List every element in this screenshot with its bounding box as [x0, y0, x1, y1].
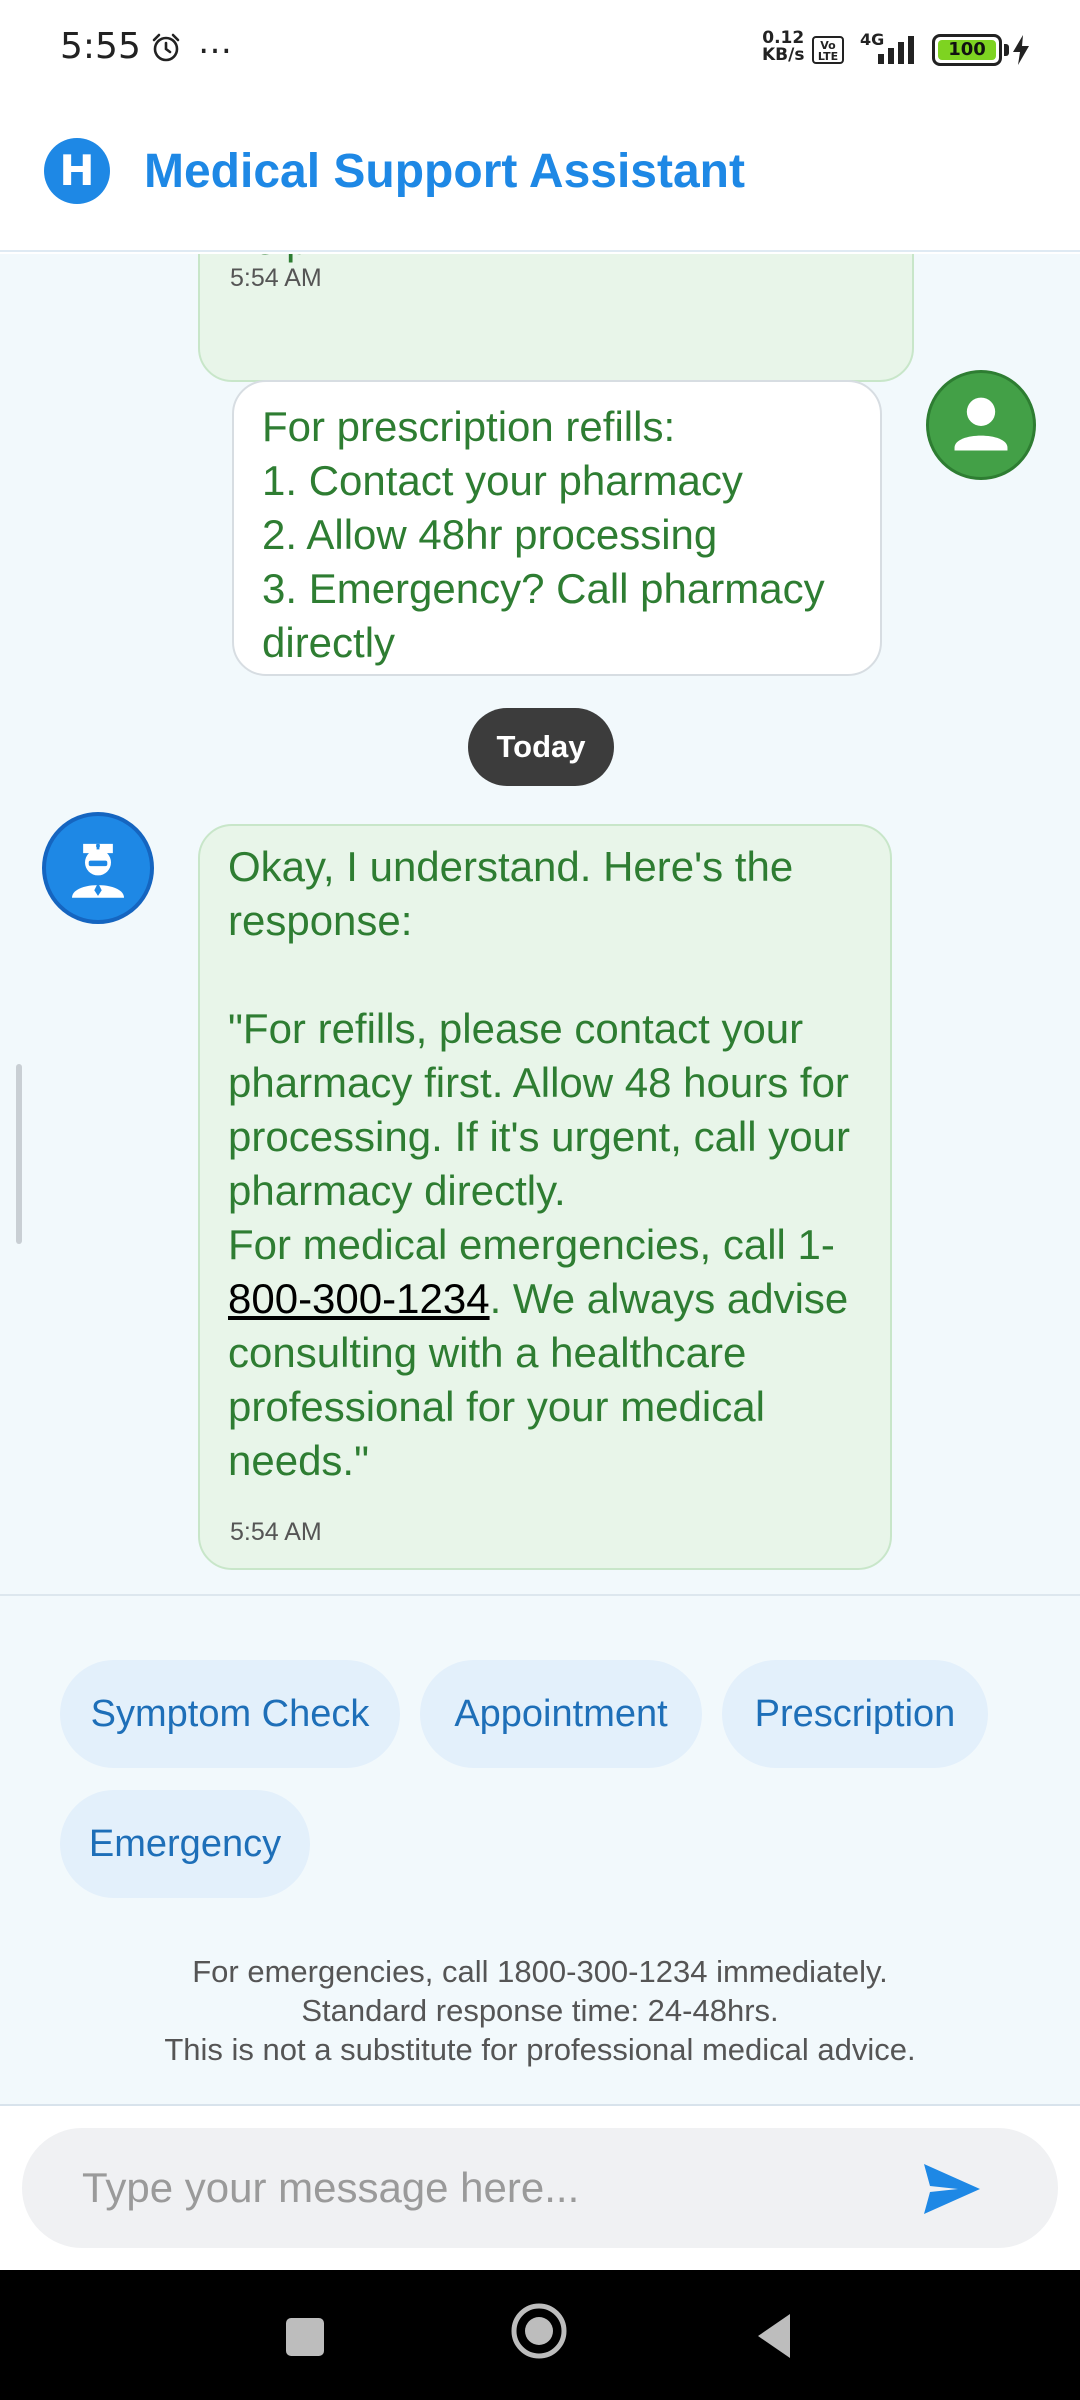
- disclaimer-line: For emergencies, call 1800-300-1234 imme…: [192, 1954, 888, 1989]
- bot-message: Okay, I understand. Here's the response:…: [198, 824, 892, 1570]
- volte-badge: Vo LTE: [812, 36, 844, 64]
- quick-reply-symptom-check[interactable]: Symptom Check: [60, 1660, 400, 1768]
- message-text: Okay, I understand. Here's the response:…: [228, 840, 862, 1488]
- phone-link[interactable]: 800-300-1234: [228, 1275, 490, 1322]
- system-nav-bar: [0, 2270, 1080, 2400]
- status-bar: 5:55 … 0.12 KB/s Vo LTE 4G 100: [0, 0, 1080, 100]
- disclaimer-line: Standard response time: 24-48hrs.: [301, 1993, 779, 2028]
- app-header: H Medical Support Assistant: [0, 100, 1080, 252]
- network-speed: 0.12 KB/s: [762, 30, 804, 64]
- battery-icon: 100: [932, 34, 1002, 66]
- network-speed-unit: KB/s: [762, 45, 805, 65]
- chat-messages[interactable]: help? 5:54 AM For prescription refills: …: [0, 254, 1080, 1594]
- send-arrow-icon[interactable]: [910, 2154, 990, 2224]
- quick-reply-prescription[interactable]: Prescription: [722, 1660, 988, 1768]
- previous-bot-message: help? 5:54 AM: [198, 254, 914, 382]
- message-time: 5:54 AM: [230, 264, 322, 292]
- user-message: For prescription refills: 1. Contact you…: [232, 380, 882, 676]
- signal-bars-icon: [878, 36, 914, 64]
- battery-level: 100: [938, 40, 996, 60]
- alarm-clock-icon: [152, 33, 180, 62]
- message-time: 5:54 AM: [230, 1518, 322, 1546]
- status-time: 5:55: [60, 26, 141, 67]
- page-title: Medical Support Assistant: [144, 145, 745, 198]
- message-text: help?: [230, 254, 333, 264]
- disclaimer-line: This is not a substitute for professiona…: [164, 2032, 916, 2067]
- battery-tip: [1004, 44, 1009, 56]
- message-input[interactable]: [82, 2158, 902, 2218]
- circle-home-icon[interactable]: [510, 2302, 568, 2360]
- doctor-icon: [42, 812, 154, 924]
- quick-reply-emergency[interactable]: Emergency: [60, 1790, 310, 1898]
- message-input-container: [22, 2128, 1058, 2248]
- quick-reply-panel: Symptom Check Appointment Prescription E…: [0, 1594, 1080, 2104]
- date-divider: Today: [468, 708, 614, 786]
- triangle-back-icon[interactable]: [754, 2312, 794, 2360]
- app-logo: H: [44, 138, 110, 204]
- square-icon[interactable]: [286, 2318, 324, 2356]
- message-text-part: Okay, I understand. Here's the response:…: [228, 843, 850, 1268]
- person-icon: [926, 370, 1036, 480]
- more-notifications-icon: …: [198, 22, 234, 62]
- message-composer: [0, 2104, 1080, 2270]
- message-text: For prescription refills: 1. Contact you…: [262, 403, 825, 666]
- quick-reply-appointment[interactable]: Appointment: [420, 1660, 702, 1768]
- charging-bolt-icon: [1013, 35, 1029, 65]
- disclaimer: For emergencies, call 1800-300-1234 imme…: [0, 1952, 1080, 2069]
- scrollbar[interactable]: [16, 1064, 22, 1244]
